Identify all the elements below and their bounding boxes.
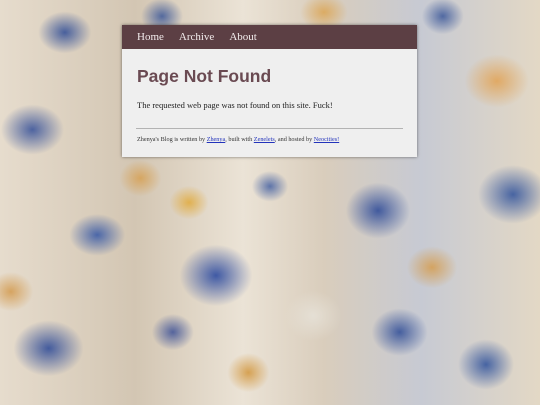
builder-link[interactable]: Zenelets bbox=[254, 136, 275, 143]
footer-divider bbox=[136, 128, 403, 129]
footer-text: , and hosted by bbox=[274, 136, 314, 143]
author-link[interactable]: Zhenya bbox=[207, 136, 226, 143]
page-title: Page Not Found bbox=[137, 66, 272, 86]
footer-text: , built with bbox=[225, 136, 254, 143]
footer: Zhenya's Blog is written by Zhenya, buil… bbox=[137, 135, 417, 144]
nav-link-home[interactable]: Home bbox=[137, 31, 164, 43]
footer-text: Zhenya's Blog is written by bbox=[137, 136, 207, 143]
not-found-message: The requested web page was not found on … bbox=[137, 100, 333, 110]
host-link[interactable]: Neocities! bbox=[314, 136, 339, 143]
nav-link-about[interactable]: About bbox=[229, 31, 257, 43]
nav-link-archive[interactable]: Archive bbox=[179, 31, 214, 43]
page-container: Home Archive About Page Not Found The re… bbox=[122, 25, 417, 157]
navbar: Home Archive About bbox=[122, 25, 417, 49]
